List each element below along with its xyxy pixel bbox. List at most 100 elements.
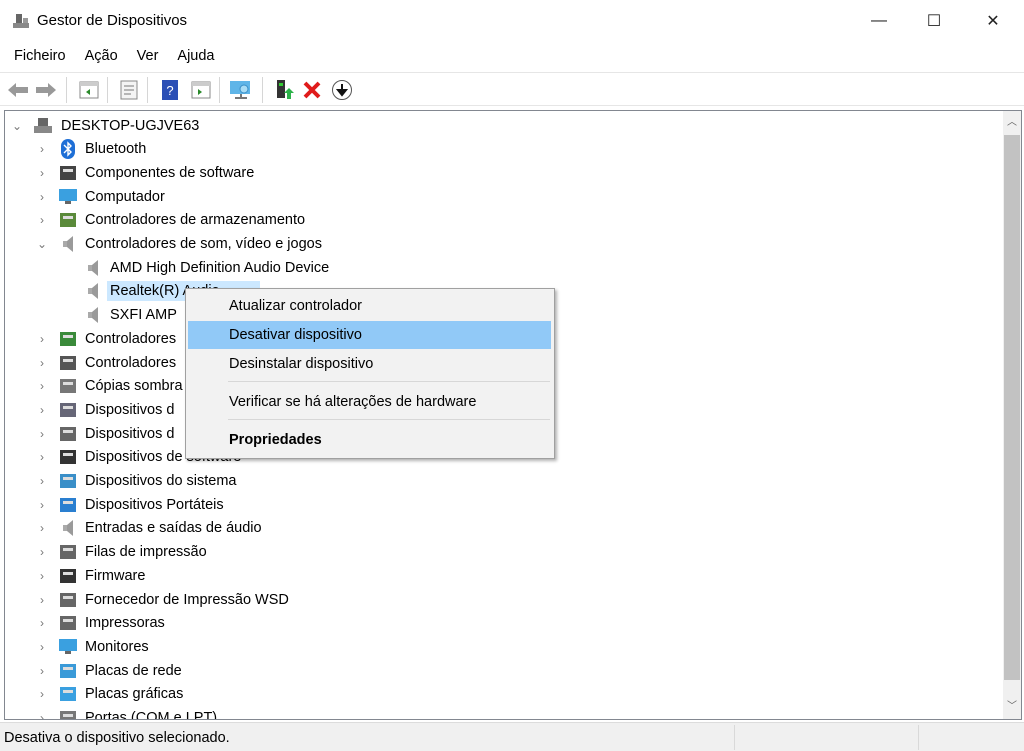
chevron-down-icon[interactable]: ⌄ (11, 119, 23, 133)
chevron-right-icon[interactable]: › (36, 545, 48, 559)
tree-item-label: SXFI AMP (110, 307, 177, 324)
scroll-up-arrow[interactable]: ︿ (1003, 113, 1021, 133)
tree-item[interactable]: › Impressoras (5, 612, 995, 635)
chevron-right-icon[interactable]: › (36, 142, 48, 156)
chevron-right-icon[interactable]: › (36, 474, 48, 488)
menu-ficheiro[interactable]: Ficheiro (0, 44, 76, 70)
scan-hardware-button[interactable] (229, 78, 253, 102)
tree-item-label: Componentes de software (85, 164, 255, 181)
storage-controller-icon (58, 210, 78, 230)
chevron-right-icon[interactable]: › (36, 427, 48, 441)
chevron-right-icon[interactable]: › (36, 711, 48, 719)
forward-button[interactable] (34, 78, 58, 102)
context-menu-item[interactable]: Desativar dispositivo (188, 321, 551, 349)
device-manager-icon (13, 14, 29, 28)
chevron-right-icon[interactable]: › (36, 640, 48, 654)
tree-item[interactable]: › Entradas e saídas de áudio (5, 517, 995, 540)
toolbar-separator (219, 77, 220, 103)
tree-item[interactable]: › Componentes de software (5, 161, 995, 184)
chevron-right-icon[interactable]: › (36, 356, 48, 370)
tree-item[interactable]: › Dispositivos do sistema (5, 470, 995, 493)
context-menu-item[interactable]: Atualizar controlador (188, 292, 551, 320)
tree-item-label: Impressoras (85, 615, 165, 632)
context-menu-item[interactable]: Verificar se há alterações de hardware (188, 388, 551, 416)
speaker-icon (83, 305, 103, 325)
tree-item[interactable]: › Portas (COM e LPT) (5, 707, 995, 720)
chevron-right-icon[interactable]: › (36, 664, 48, 678)
toolbar-separator (107, 77, 108, 103)
properties-button[interactable] (117, 78, 141, 102)
chevron-down-icon[interactable]: ⌄ (36, 237, 48, 251)
close-button[interactable]: ✕ (964, 0, 1022, 42)
tree-item[interactable]: › Placas gráficas (5, 683, 995, 706)
speaker-icon (58, 518, 78, 538)
ide-controller-icon (58, 329, 78, 349)
chevron-right-icon[interactable]: › (36, 403, 48, 417)
back-button[interactable] (6, 78, 30, 102)
chevron-right-icon[interactable]: › (36, 213, 48, 227)
bluetooth-icon (58, 139, 78, 160)
title-bar: Gestor de Dispositivos — ☐ ✕ (0, 0, 1024, 42)
context-menu: Atualizar controlador Desativar dispositi… (185, 288, 555, 459)
tree-item[interactable]: ⌄ Controladores de som, vídeo e jogos (5, 233, 995, 256)
minimize-button[interactable]: — (850, 0, 908, 42)
tree-root[interactable]: ⌄ DESKTOP-UGJVE63 (5, 114, 995, 137)
chevron-right-icon[interactable]: › (36, 379, 48, 393)
tree-item[interactable]: › Monitores (5, 635, 995, 658)
status-text: Desativa o dispositivo selecionado. (4, 730, 230, 746)
context-menu-item[interactable]: Propriedades (188, 426, 551, 454)
tree-item-label: Controladores (85, 330, 177, 347)
context-menu-item[interactable]: Desinstalar dispositivo (188, 350, 551, 378)
tree-item[interactable]: › Controladores de armazenamento (5, 209, 995, 232)
uninstall-device-button[interactable] (300, 78, 324, 102)
vertical-scrollbar[interactable]: ︿ ﹀ (1003, 111, 1021, 719)
speaker-icon (83, 281, 103, 301)
disable-device-button[interactable] (330, 78, 354, 102)
speaker-icon (58, 234, 78, 254)
window-title: Gestor de Dispositivos (37, 12, 188, 29)
chevron-right-icon[interactable]: › (36, 190, 48, 204)
tree-item-label: Placas gráficas (85, 686, 184, 703)
chevron-right-icon[interactable]: › (36, 166, 48, 180)
memory-device-icon (58, 424, 78, 444)
tree-child-item[interactable]: AMD High Definition Audio Device (5, 256, 995, 279)
tree-item-label: Filas de impressão (85, 544, 207, 561)
tree-item[interactable]: › Firmware (5, 564, 995, 587)
tree-item-label: Controladores de som, vídeo e jogos (85, 236, 322, 252)
show-hide-console-tree-button[interactable] (77, 78, 101, 102)
printer-icon (58, 613, 78, 633)
help-button[interactable]: ? (158, 78, 182, 102)
menu-separator (228, 381, 550, 382)
tree-item-label: Entradas e saídas de áudio (85, 520, 262, 537)
chevron-right-icon[interactable]: › (36, 593, 48, 607)
tree-item-label: Monitores (85, 638, 149, 655)
action-pane-button[interactable] (189, 78, 213, 102)
maximize-button[interactable]: ☐ (905, 0, 963, 42)
tree-item[interactable]: › Bluetooth (5, 138, 995, 161)
chevron-right-icon[interactable]: › (36, 569, 48, 583)
tree-item[interactable]: › Computador (5, 185, 995, 208)
scroll-down-arrow[interactable]: ﹀ (1003, 697, 1021, 717)
menu-separator (228, 419, 550, 420)
tree-item[interactable]: › Fornecedor de Impressão WSD (5, 588, 995, 611)
usb-icon (58, 353, 78, 373)
chevron-right-icon[interactable]: › (36, 521, 48, 535)
tree-item-label: Portas (COM e LPT) (85, 710, 218, 720)
menu-ver[interactable]: Ver (124, 44, 169, 70)
chevron-right-icon[interactable]: › (36, 687, 48, 701)
chevron-right-icon[interactable]: › (36, 616, 48, 630)
scrollbar-thumb[interactable] (1004, 135, 1020, 680)
tree-item[interactable]: › Dispositivos Portáteis (5, 493, 995, 516)
chevron-right-icon[interactable]: › (36, 450, 48, 464)
tree-item[interactable]: › Placas de rede (5, 659, 995, 682)
update-driver-button[interactable] (272, 78, 296, 102)
tree-item-label: Controladores (85, 354, 177, 371)
tree-item[interactable]: › Filas de impressão (5, 541, 995, 564)
tree-item-label: Controladores de armazenamento (85, 212, 306, 229)
menu-ajuda[interactable]: Ajuda (164, 44, 224, 70)
chevron-right-icon[interactable]: › (36, 332, 48, 346)
network-adapter-icon (58, 661, 78, 681)
menu-acao[interactable]: Ação (72, 44, 128, 70)
printer-icon (58, 590, 78, 610)
chevron-right-icon[interactable]: › (36, 498, 48, 512)
